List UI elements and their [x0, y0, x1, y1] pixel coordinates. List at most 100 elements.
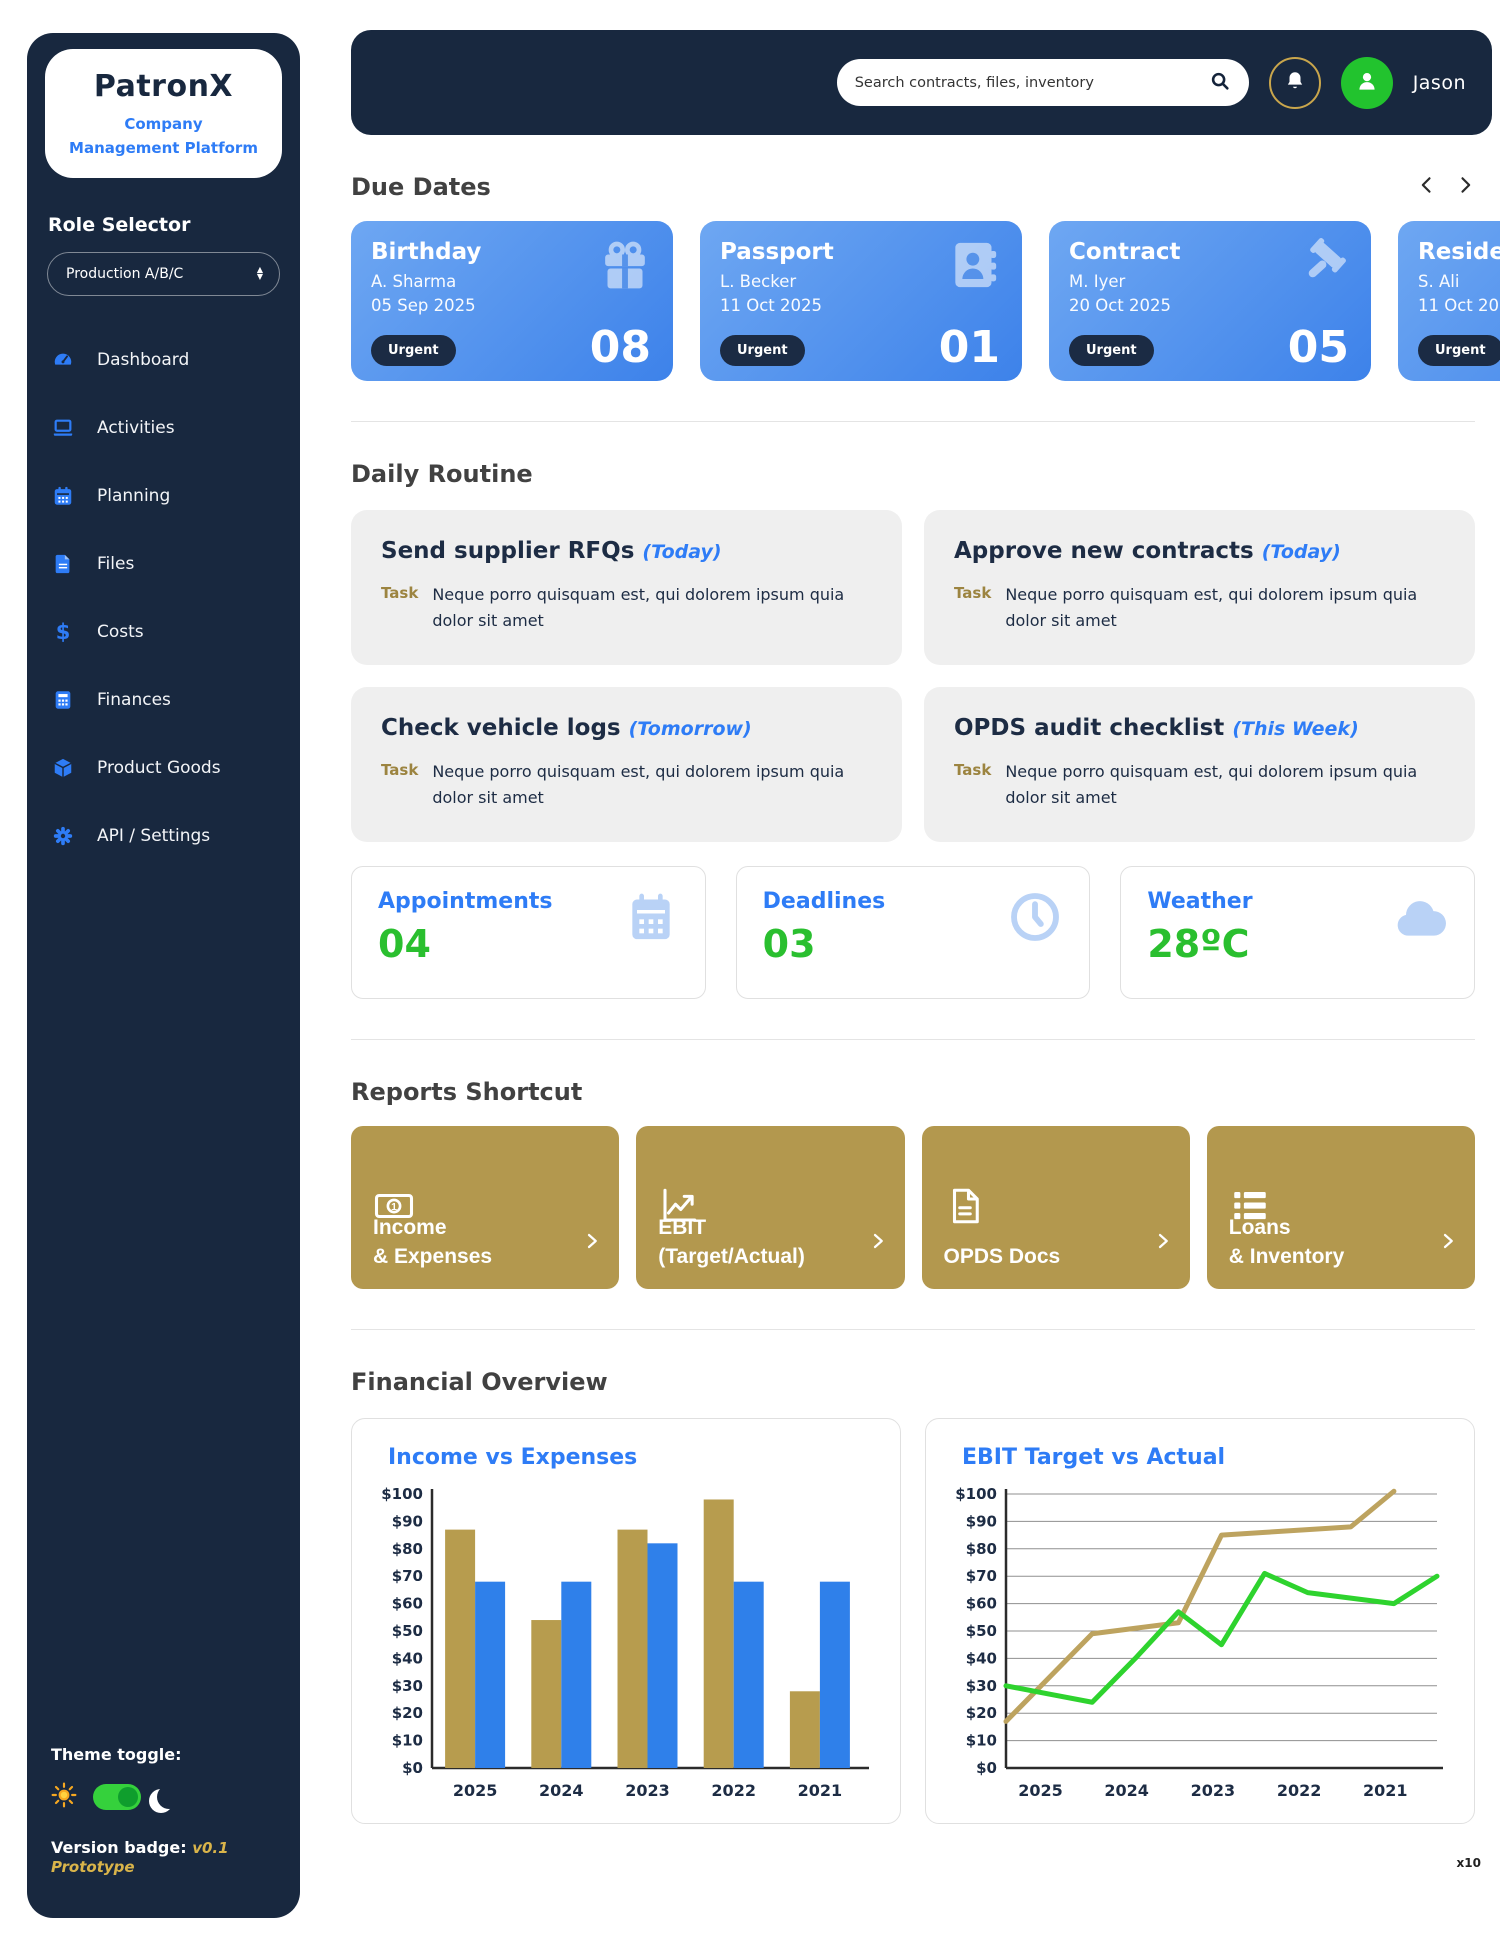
svg-text:$10: $10 — [966, 1732, 997, 1750]
calendar-icon — [623, 889, 679, 976]
task-when: (Today) — [642, 541, 722, 563]
svg-text:$20: $20 — [392, 1704, 423, 1722]
contact-book-icon — [955, 242, 997, 288]
user-avatar[interactable] — [1340, 56, 1393, 109]
sidebar-item-activities[interactable]: Activities — [27, 394, 300, 462]
due-card-residence[interactable]: Residence S. Ali 11 Oct 2025 Urgent — [1398, 221, 1500, 381]
due-card-count: 05 — [1287, 322, 1349, 373]
search-icon[interactable] — [1209, 70, 1231, 96]
sidebar-item-product-goods[interactable]: Product Goods — [27, 734, 300, 802]
search-input[interactable] — [854, 74, 1199, 91]
app-subtitle: Company Management Platform — [69, 115, 258, 157]
report-button-income-expenses[interactable]: 1 Income & Expenses — [351, 1126, 620, 1289]
task-when: (This Week) — [1232, 718, 1359, 740]
task-card-opds-audit[interactable]: OPDS audit checklist (This Week) Task Nequ… — [924, 687, 1475, 842]
version-label: Version badge: — [51, 1838, 187, 1857]
due-card-contract[interactable]: Contract M. Iyer 20 Oct 2025 Urgent 05 — [1049, 221, 1371, 381]
due-card-date: 11 Oct 2025 — [720, 296, 823, 315]
svg-text:$40: $40 — [966, 1649, 997, 1667]
chart-card-income-expenses: Income vs Expenses $0 $10 $20 $30 $40 $50 $60 $… — [351, 1418, 901, 1824]
due-card-passport[interactable]: Passport L. Becker 11 Oct 2025 Urgent 01 — [700, 221, 1022, 381]
stat-label: Appointments — [378, 889, 553, 914]
svg-text:$70: $70 — [966, 1567, 997, 1585]
stat-value: 28ºC — [1147, 922, 1250, 966]
sidebar-item-planning[interactable]: Planning — [27, 462, 300, 530]
chevron-right-icon[interactable] — [1455, 175, 1475, 199]
section-title-financial: Financial Overview — [351, 1368, 608, 1396]
chart-title: EBIT Target vs Actual — [962, 1445, 1226, 1470]
svg-text:$70: $70 — [392, 1567, 423, 1585]
svg-text:2021: 2021 — [798, 1781, 843, 1800]
speedometer-icon — [51, 348, 75, 372]
moon-icon — [157, 1785, 181, 1809]
sidebar-item-label: Dashboard — [97, 350, 190, 370]
app-logo: PatronX — [93, 69, 234, 104]
due-dates-row: Birthday A. Sharma 05 Sep 2025 Urgent 08… — [351, 221, 1500, 381]
cloud-icon — [1392, 889, 1448, 976]
svg-text:2025: 2025 — [453, 1781, 498, 1800]
report-label-line2: & Expenses — [373, 1244, 493, 1268]
gear-icon — [51, 824, 75, 848]
urgent-badge: Urgent — [720, 335, 805, 366]
chart-card-ebit: EBIT Target vs Actual $0 $10 $20 $30 $40 $50 $… — [925, 1418, 1475, 1824]
task-card-supplier-rfqs[interactable]: Send supplier RFQs (Today) Task Neque porr… — [351, 510, 902, 665]
svg-text:$90: $90 — [392, 1512, 423, 1530]
task-title: OPDS audit checklist — [954, 715, 1225, 741]
task-card-approve-contracts[interactable]: Approve new contracts (Today) Task Neque p… — [924, 510, 1475, 665]
report-button-opds-docs[interactable]: OPDS Docs — [921, 1126, 1190, 1289]
stat-value: 03 — [762, 922, 816, 966]
person-icon — [1354, 68, 1380, 98]
top-bar: Jason — [351, 30, 1492, 135]
notifications-button[interactable] — [1268, 56, 1321, 109]
stat-label: Weather — [1147, 889, 1253, 914]
report-button-ebit[interactable]: EBIT (Target/Actual) — [636, 1126, 905, 1289]
sidebar-footer: Theme toggle: Version badge: v0.1 Protot… — [27, 1745, 300, 1918]
stat-label: Deadlines — [762, 889, 886, 914]
svg-text:2023: 2023 — [625, 1781, 670, 1800]
task-label: Task — [954, 584, 992, 602]
stat-card-appointments: Appointments 04 — [351, 866, 706, 999]
daily-routine-header: Daily Routine — [351, 460, 1475, 488]
chevron-left-icon[interactable] — [1417, 175, 1437, 199]
reports-row: 1 Income & Expenses EBIT (Target/Actual) O… — [351, 1126, 1475, 1289]
role-select[interactable]: Production A/B/C ▲ ▼ — [47, 252, 280, 296]
due-card-birthday[interactable]: Birthday A. Sharma 05 Sep 2025 Urgent 08 — [351, 221, 673, 381]
sidebar-item-label: API / Settings — [97, 826, 211, 846]
svg-text:2024: 2024 — [539, 1781, 584, 1800]
stat-value: 04 — [378, 922, 431, 966]
divider — [351, 1329, 1475, 1330]
due-dates-carousel-nav — [1417, 175, 1475, 199]
charts-row: Income vs Expenses $0 $10 $20 $30 $40 $50 $60 $… — [351, 1418, 1475, 1824]
due-card-title: Residence — [1418, 239, 1500, 265]
svg-text:$30: $30 — [392, 1677, 423, 1695]
report-button-loans-inventory[interactable]: Loans & Inventory — [1206, 1126, 1475, 1289]
task-title: Approve new contracts — [954, 538, 1254, 564]
report-label-line1: Income — [373, 1216, 447, 1240]
svg-text:$20: $20 — [966, 1704, 997, 1722]
due-dates-header: Due Dates — [351, 173, 1475, 201]
sidebar-item-files[interactable]: Files — [27, 530, 300, 598]
sidebar-item-finances[interactable]: Finances — [27, 666, 300, 734]
sidebar-nav: Dashboard Activities Planning Files $ Co… — [27, 326, 300, 870]
sidebar-item-label: Activities — [97, 418, 175, 438]
dashboard-page: PatronX Company Management Platform Role… — [0, 0, 1500, 1933]
sidebar-item-dashboard[interactable]: Dashboard — [27, 326, 300, 394]
theme-switch[interactable] — [93, 1784, 141, 1810]
svg-text:$0: $0 — [976, 1759, 997, 1777]
bell-icon — [1284, 70, 1306, 96]
financial-header: Financial Overview — [351, 1368, 1475, 1396]
svg-text:$50: $50 — [966, 1622, 997, 1640]
sidebar-item-api-settings[interactable]: API / Settings — [27, 802, 300, 870]
sun-icon — [51, 1782, 77, 1812]
calculator-icon — [51, 688, 75, 712]
report-label-line2: & Inventory — [1228, 1244, 1345, 1268]
task-card-vehicle-logs[interactable]: Check vehicle logs (Tomorrow) Task Neque p… — [351, 687, 902, 842]
urgent-badge: Urgent — [1418, 335, 1500, 366]
cube-icon — [51, 756, 75, 780]
sidebar-item-costs[interactable]: $ Costs — [27, 598, 300, 666]
due-card-date: 11 Oct 2025 — [1418, 296, 1500, 315]
daily-routine-grid: Send supplier RFQs (Today) Task Neque porr… — [351, 510, 1475, 842]
divider — [351, 421, 1475, 422]
due-card-date: 05 Sep 2025 — [371, 296, 476, 315]
report-label-line1: Loans — [1228, 1216, 1291, 1240]
